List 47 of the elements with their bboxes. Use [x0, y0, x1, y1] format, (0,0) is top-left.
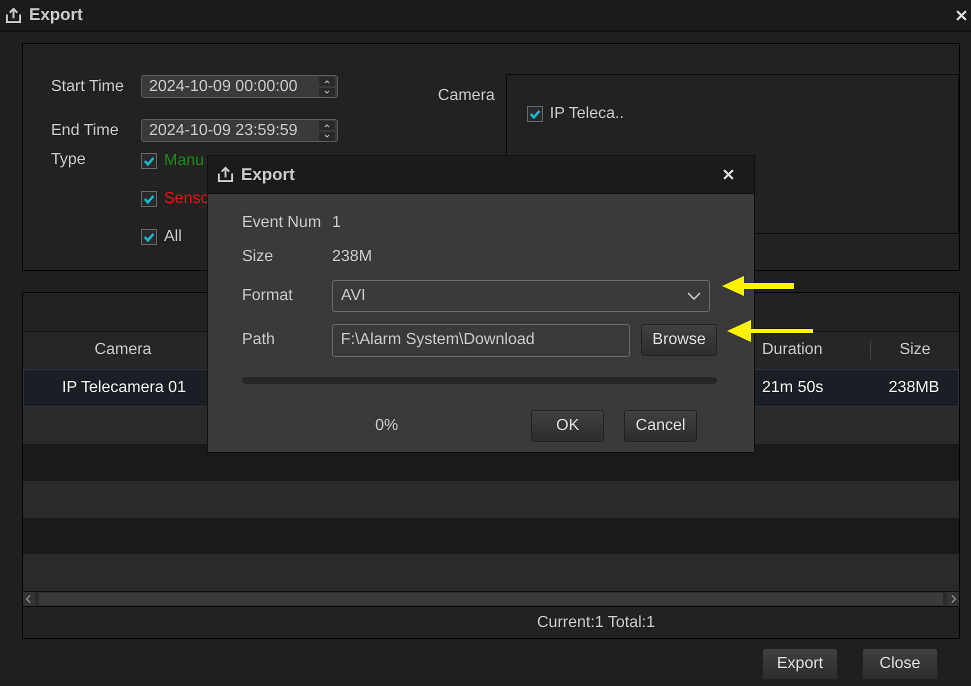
scroll-left-icon[interactable]	[23, 592, 35, 606]
field-label: End Time	[51, 122, 120, 140]
field-label: Size	[242, 248, 274, 266]
field-label: Path	[242, 331, 276, 349]
datetime-field[interactable]: 2024-10-09 23:59:59	[141, 119, 338, 142]
field-label: Type	[51, 151, 87, 170]
browse-button[interactable]: Browse	[641, 324, 717, 356]
close-icon[interactable]	[956, 10, 967, 20]
type-option[interactable]: All	[164, 228, 182, 246]
table-cell-text: IP Telecamera 01	[61, 378, 187, 397]
field-label: Format	[242, 287, 294, 305]
pagination-text: Current:1 Total:1	[537, 614, 655, 632]
column-header: Size	[870, 341, 959, 360]
checkbox[interactable]	[526, 106, 543, 122]
column-header: Camera	[94, 341, 152, 360]
dialog-title: Export	[241, 164, 295, 184]
checkbox[interactable]	[141, 228, 157, 244]
export-icon	[216, 166, 235, 183]
dialog-button[interactable]: Export	[762, 648, 838, 680]
dialog-button[interactable]: Close	[862, 648, 938, 680]
annotation-arrow	[722, 275, 794, 297]
close-icon[interactable]	[723, 169, 734, 180]
horizontal-scrollbar[interactable]	[23, 591, 959, 606]
column-header: Duration	[761, 341, 824, 360]
chevron-down-icon	[687, 292, 701, 300]
path-field[interactable]: F:\Alarm System\Download	[332, 324, 630, 356]
field-label: Event Num	[242, 214, 322, 232]
spin-icon[interactable]	[319, 120, 335, 140]
camera-option[interactable]: IP Teleca..	[550, 104, 624, 122]
datetime-field[interactable]: 2024-10-09 00:00:00	[141, 75, 338, 98]
type-option[interactable]: Manu	[164, 152, 204, 170]
table-cell-text: 21m 50s	[761, 378, 824, 397]
export-icon	[4, 6, 23, 24]
progress-reading: 0%	[374, 417, 400, 435]
dialog-button[interactable]: OK	[531, 410, 604, 442]
field-label: Camera	[438, 87, 495, 106]
scroll-right-icon[interactable]	[947, 592, 959, 606]
field-value: 1	[332, 214, 341, 232]
field-label: Start Time	[51, 78, 125, 96]
field-value: 238M	[332, 248, 372, 266]
checkbox[interactable]	[141, 190, 157, 206]
spin-icon[interactable]	[319, 76, 335, 96]
dialog-button[interactable]: Cancel	[624, 410, 697, 442]
window-title: Export	[29, 5, 83, 25]
checkbox[interactable]	[141, 152, 157, 168]
table-cell-text: 238MB	[888, 378, 940, 397]
format-dropdown[interactable]: AVI	[332, 280, 710, 312]
